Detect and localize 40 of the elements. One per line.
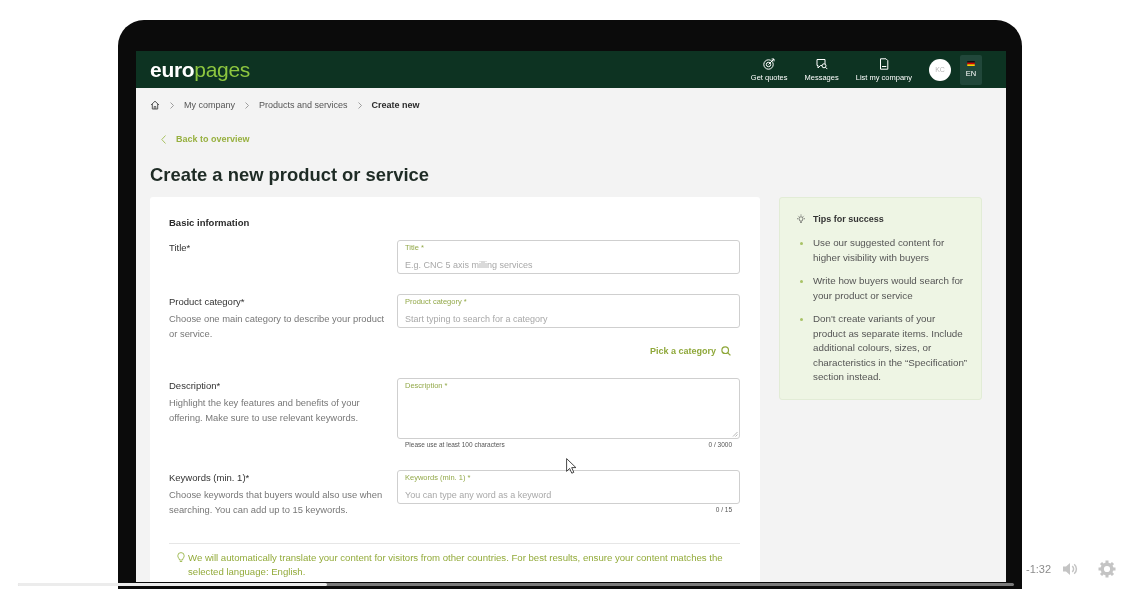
- resize-handle-icon[interactable]: [732, 431, 738, 437]
- section-title: Basic information: [169, 216, 251, 230]
- lightbulb-icon: [177, 552, 185, 563]
- breadcrumb-link[interactable]: My company: [184, 99, 236, 111]
- home-icon[interactable]: [150, 100, 160, 110]
- field-description: Choose keywords that buyers would also use when searching. You can add up to 15 keywords.: [169, 488, 384, 517]
- document-icon: [877, 57, 890, 70]
- tip-text: Write how buyers would search for your product or service: [813, 274, 965, 303]
- logo-text[interactable]: europages: [150, 57, 251, 82]
- chevron-left-icon: [161, 134, 166, 144]
- breadcrumb-link[interactable]: Products and services: [259, 99, 348, 111]
- tips-title: Tips for success: [813, 213, 884, 226]
- breadcrumb-link[interactable]: Create new: [371, 99, 420, 111]
- field-description: Choose one main category to describe your product or service.: [169, 312, 386, 341]
- field-label: Description*: [169, 379, 222, 392]
- target-icon: [763, 57, 776, 70]
- field-label: Product category*: [169, 295, 246, 308]
- search-icon: [721, 346, 731, 356]
- chevron-right-icon: [170, 101, 174, 109]
- settings-icon[interactable]: [1098, 560, 1116, 578]
- bullet-icon: [800, 242, 803, 245]
- field-label: Keywords (min. 1)*: [169, 471, 251, 484]
- time-remaining: -1:32: [1026, 562, 1053, 576]
- flag-icon: [967, 61, 975, 66]
- volume-icon[interactable]: [1062, 562, 1078, 576]
- chevron-right-icon: [245, 101, 250, 109]
- progress-track[interactable]: [18, 583, 1014, 586]
- field-description: Highlight the key features and benefits of your offering. Make sure to use relevant keywords.: [169, 396, 361, 425]
- chat-search-icon: [815, 57, 828, 70]
- notice-text: We will automatically translate your content for visitors from other countries. For best results, ensure your content matches the selected language: English.: [188, 551, 724, 578]
- mouse-pointer-icon: [566, 458, 577, 474]
- field-label: Title*: [169, 241, 192, 254]
- text-area[interactable]: [397, 378, 740, 439]
- chevron-right-icon: [357, 101, 362, 109]
- bullet-icon: [800, 280, 803, 283]
- bullet-icon: [800, 318, 803, 321]
- tip-text: Don't create variants of your product as separate items. Include additional colours, sizes, or characteristics in the “Specification” section instead.: [813, 312, 969, 384]
- tip-text: Use our suggested content for higher visibility with buyers: [813, 236, 946, 265]
- page-heading: Create a new product or service: [150, 164, 430, 186]
- lightbulb-icon: [796, 214, 806, 224]
